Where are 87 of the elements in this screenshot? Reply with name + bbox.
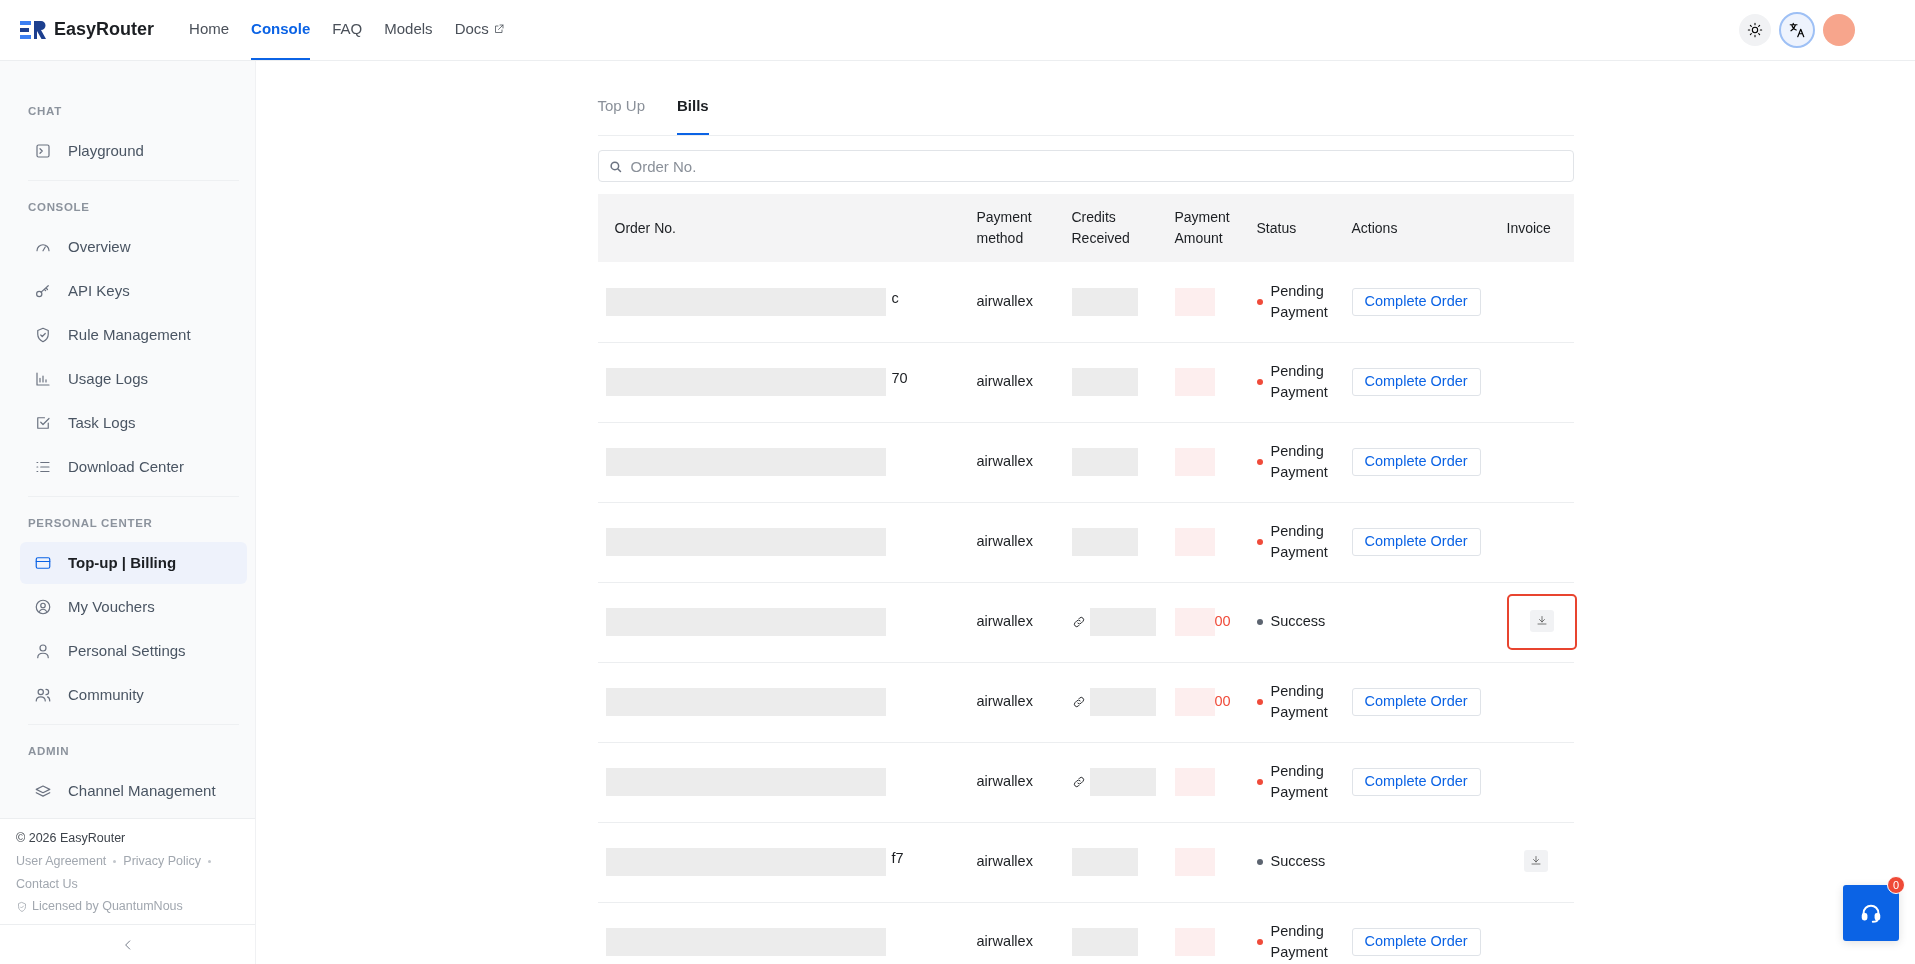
- key-icon: [34, 282, 52, 300]
- sidebar-item[interactable]: My Vouchers: [20, 586, 247, 629]
- sidebar-item[interactable]: Usage Logs: [20, 358, 247, 400]
- order-number-fragment: f7: [891, 850, 904, 866]
- sidebar-item[interactable]: Personal Settings: [20, 630, 247, 673]
- nav-link[interactable]: Home: [189, 0, 230, 60]
- nav-link[interactable]: Models: [384, 0, 433, 60]
- theme-toggle-button[interactable]: [1739, 13, 1771, 46]
- complete-order-button[interactable]: Complete Order: [1351, 448, 1481, 476]
- column-header: Payment method: [968, 194, 1064, 262]
- sidebar-item[interactable]: Community: [20, 674, 247, 717]
- sidebar-item[interactable]: Download Center: [20, 446, 247, 488]
- complete-order-button[interactable]: Complete Order: [1351, 928, 1481, 956]
- table-cell: airwallex: [968, 582, 1064, 662]
- search-field[interactable]: Order No.: [597, 150, 1574, 182]
- brand-name[interactable]: EasyRouter: [54, 16, 155, 44]
- table-cell: airwallex: [968, 902, 1064, 964]
- complete-order-button[interactable]: Complete Order: [1351, 688, 1481, 716]
- search-icon: [607, 159, 623, 174]
- table-cell: airwallex: [968, 262, 1064, 342]
- bar-chart-icon: [34, 370, 52, 388]
- column-header: Invoice: [1498, 194, 1574, 262]
- shield-icon: [16, 900, 28, 913]
- status-text: Pending Payment: [1270, 281, 1329, 322]
- headset-icon: [1860, 902, 1882, 924]
- sidebar-item[interactable]: Top-up | Billing: [20, 542, 247, 585]
- download-button[interactable]: [1529, 609, 1554, 632]
- nav-link[interactable]: Docs: [454, 0, 505, 60]
- order-number-fragment: 70: [891, 370, 908, 386]
- status-text: Pending Payment: [1270, 922, 1329, 962]
- logo-icon: [20, 20, 46, 39]
- column-header: Status: [1248, 194, 1344, 262]
- sidebar-item[interactable]: API Keys: [20, 270, 247, 312]
- checkbox-icon: [34, 414, 52, 432]
- table-cell: airwallex: [968, 662, 1064, 742]
- nav-link[interactable]: Console: [251, 0, 311, 60]
- separator-dot: [113, 859, 117, 863]
- user-icon: [34, 642, 52, 661]
- amount-fragment: 00: [1214, 612, 1231, 632]
- column-header: Order No.: [597, 194, 969, 262]
- status-text: Success: [1270, 612, 1326, 632]
- separator-dot: [208, 859, 212, 863]
- status-text: Success: [1270, 852, 1326, 872]
- download-icon: [1535, 614, 1548, 628]
- status-text: Pending Payment: [1270, 682, 1329, 722]
- status-text: Pending Payment: [1270, 522, 1329, 562]
- sun-icon: [1747, 21, 1763, 38]
- column-header: Credits Received: [1063, 194, 1167, 262]
- status-text: Pending Payment: [1270, 442, 1329, 482]
- complete-order-button[interactable]: Complete Order: [1351, 287, 1481, 316]
- amount-fragment: 00: [1214, 692, 1231, 712]
- table-cell: airwallex: [968, 342, 1064, 422]
- avatar[interactable]: [1823, 13, 1855, 46]
- sidebar-item[interactable]: Playground: [20, 129, 247, 172]
- sidebar-item[interactable]: Task Logs: [20, 402, 247, 444]
- language-button[interactable]: [1779, 11, 1815, 48]
- section-title: PERSONAL CENTER: [27, 516, 154, 531]
- notification-badge: 0: [1887, 876, 1905, 894]
- table-cell: airwallex: [968, 502, 1064, 582]
- complete-order-button[interactable]: Complete Order: [1351, 768, 1481, 796]
- copyright-text: © 2026 EasyRouter: [16, 830, 127, 847]
- license-text: Licensed by QuantumNous: [32, 898, 183, 916]
- status-text: Pending Payment: [1270, 762, 1329, 802]
- column-header: Payment Amount: [1166, 194, 1249, 262]
- table-cell: airwallex: [968, 422, 1064, 502]
- table-cell: airwallex: [968, 742, 1064, 822]
- nav-link[interactable]: FAQ: [332, 0, 363, 60]
- column-header: Actions: [1343, 194, 1499, 262]
- status-text: Pending Payment: [1270, 362, 1329, 402]
- section-title: CHAT: [27, 103, 63, 119]
- download-icon: [1530, 854, 1542, 868]
- section-title: CONSOLE: [27, 199, 91, 215]
- download-button[interactable]: [1524, 849, 1548, 872]
- sidebar-item[interactable]: Overview: [20, 226, 247, 268]
- user-circle-icon: [34, 598, 52, 617]
- shield-icon: [34, 326, 52, 344]
- section-title: ADMIN: [27, 744, 71, 760]
- terminal-icon: [34, 141, 52, 160]
- complete-order-button[interactable]: Complete Order: [1351, 528, 1481, 556]
- table-cell: airwallex: [968, 822, 1064, 902]
- order-number-fragment: c: [891, 289, 899, 306]
- complete-order-button[interactable]: Complete Order: [1351, 368, 1481, 396]
- tab[interactable]: Bills: [677, 78, 709, 135]
- translate-icon: [1788, 20, 1806, 39]
- users-icon: [34, 686, 52, 705]
- sidebar-item[interactable]: Rule Management: [20, 314, 247, 356]
- sidebar-item[interactable]: Channel Management: [20, 770, 247, 813]
